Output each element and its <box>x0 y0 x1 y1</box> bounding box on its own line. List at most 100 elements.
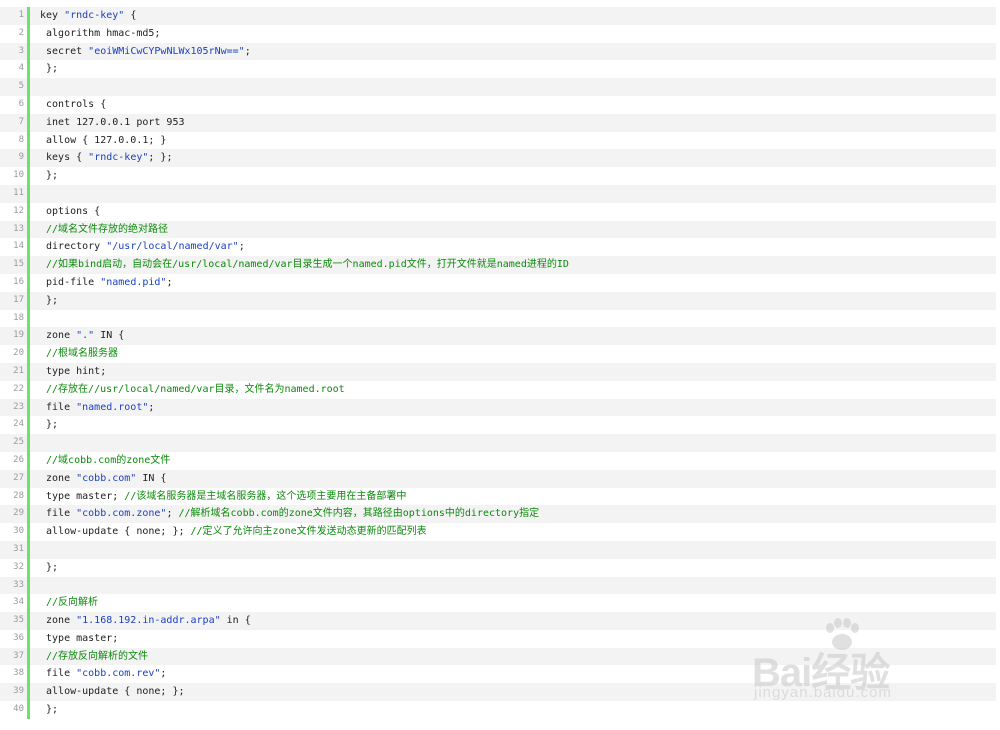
line-content: //反向解析 <box>30 594 98 612</box>
line-content: }; <box>30 60 58 78</box>
line-number: 9 <box>0 149 30 168</box>
line-number: 29 <box>0 505 30 524</box>
code-text: }; <box>40 704 59 716</box>
line-content: controls { <box>30 96 106 114</box>
code-line: 13 //域名文件存放的绝对路径 <box>0 220 996 239</box>
code-line: 14 directory "/usr/local/named/var"; <box>0 238 996 257</box>
line-content: pid-file "named.pid"; <box>30 274 172 292</box>
code-line: 38 file "cobb.com.rev"; <box>0 665 996 684</box>
code-text: inet 127.0.0.1 port 953 <box>40 116 185 128</box>
line-content: allow-update { none; }; <box>30 683 185 701</box>
line-number: 32 <box>0 558 30 577</box>
line-number: 38 <box>0 665 30 684</box>
code-text: key <box>40 10 65 21</box>
code-comment: //域cobb.com的zone文件 <box>40 454 171 466</box>
code-comment: //如果bind启动，自动会在/usr/local/named/var目录生成一… <box>40 259 569 271</box>
line-number: 1 <box>0 7 30 25</box>
code-line: 9 keys { "rndc-key"; }; <box>0 149 996 168</box>
line-number: 25 <box>0 434 30 452</box>
code-text: IN { <box>94 330 125 342</box>
code-line: 29 file "cobb.com.zone"; //解析域名cobb.com的… <box>0 505 996 524</box>
code-string: "rndc-key" <box>88 152 149 164</box>
line-number: 21 <box>0 362 30 381</box>
line-number: 27 <box>0 469 30 488</box>
line-content: //根域名服务器 <box>30 345 118 363</box>
line-content: directory "/usr/local/named/var"; <box>30 238 245 256</box>
code-text: file <box>40 401 77 413</box>
code-line: 17 }; <box>0 291 996 310</box>
code-text: }; <box>40 294 59 306</box>
code-line: 7 inet 127.0.0.1 port 953 <box>0 113 996 132</box>
line-content: file "cobb.com.rev"; <box>30 665 166 683</box>
code-text: allow-update { none; }; <box>40 686 185 698</box>
line-content: allow { 127.0.0.1; } <box>30 132 166 150</box>
line-content: secret "eoiWMiCwCYPwNLWx105rNw=="; <box>30 43 251 61</box>
code-text: type hint; <box>40 365 107 377</box>
code-string: "1.168.192.in-addr.arpa" <box>76 615 221 627</box>
code-text: allow-update { none; }; <box>40 526 191 538</box>
line-number: 18 <box>0 309 30 328</box>
line-content: }; <box>30 292 58 310</box>
line-number: 26 <box>0 451 30 470</box>
code-comment: //反向解析 <box>40 597 99 609</box>
code-comment: //定义了允许向主zone文件发送动态更新的匹配列表 <box>190 526 427 538</box>
code-text: ; <box>160 668 167 680</box>
code-line: 22 //存放在//usr/local/named/var目录，文件名为name… <box>0 380 996 399</box>
code-text: keys { <box>40 152 89 164</box>
code-text: options { <box>40 205 101 217</box>
code-line: 28 type master; //该域名服务器是主域名服务器，这个选项主要用在… <box>0 487 996 506</box>
code-string: "cobb.com.zone" <box>76 508 167 520</box>
code-string: "/usr/local/named/var" <box>106 241 239 253</box>
code-string: "named.pid" <box>100 276 167 288</box>
code-line: 20 //根域名服务器 <box>0 345 996 363</box>
code-line: 2 algorithm hmac-md5; <box>0 24 996 43</box>
line-number: 24 <box>0 416 30 435</box>
line-content: //域cobb.com的zone文件 <box>30 452 170 470</box>
line-number: 22 <box>0 380 30 399</box>
line-number: 31 <box>0 540 30 559</box>
code-text: }; <box>40 419 59 431</box>
line-content: inet 127.0.0.1 port 953 <box>30 114 185 132</box>
line-number: 34 <box>0 594 30 613</box>
code-text: ; }; <box>148 152 173 164</box>
line-content: zone "1.168.192.in-addr.arpa" in { <box>30 612 251 630</box>
code-line: 26 //域cobb.com的zone文件 <box>0 451 996 470</box>
code-comment: //域名文件存放的绝对路径 <box>40 223 169 235</box>
code-text: file <box>40 668 77 680</box>
line-content: type hint; <box>30 363 106 381</box>
line-number: 2 <box>0 24 30 43</box>
line-content: }; <box>30 559 58 577</box>
line-number: 5 <box>0 78 30 96</box>
line-number: 15 <box>0 256 30 274</box>
line-number: 4 <box>0 60 30 79</box>
line-number: 7 <box>0 113 30 132</box>
code-line: 31 <box>0 540 996 559</box>
line-content: //域名文件存放的绝对路径 <box>30 221 168 239</box>
line-number: 28 <box>0 487 30 506</box>
code-text: zone <box>40 615 77 627</box>
line-number: 36 <box>0 629 30 648</box>
code-comment: //该域名服务器是主域名服务器，这个选项主要用在主备部署中 <box>124 490 407 502</box>
line-content: }; <box>30 701 58 719</box>
code-line: 30 allow-update { none; }; //定义了允许向主zone… <box>0 523 996 541</box>
line-number: 13 <box>0 220 30 239</box>
code-string: "named.root" <box>76 401 149 413</box>
code-text: IN { <box>136 472 167 484</box>
line-content: zone "cobb.com" IN { <box>30 470 166 488</box>
code-line: 8 allow { 127.0.0.1; } <box>0 131 996 150</box>
line-content: allow-update { none; }; //定义了允许向主zone文件发… <box>30 523 427 541</box>
line-number: 8 <box>0 131 30 150</box>
line-number: 40 <box>0 701 30 719</box>
code-string: "eoiWMiCwCYPwNLWx105rNw==" <box>88 45 245 57</box>
code-line: 35 zone "1.168.192.in-addr.arpa" in { <box>0 612 996 630</box>
code-string: "." <box>76 330 95 342</box>
line-number: 19 <box>0 327 30 346</box>
code-text: type master; <box>40 632 119 644</box>
code-line: 34 //反向解析 <box>0 594 996 613</box>
code-line: 37 //存放反向解析的文件 <box>0 647 996 666</box>
code-text: ; <box>166 276 173 288</box>
line-number: 30 <box>0 523 30 541</box>
code-comment: //解析域名cobb.com的zone文件内容，其路径由options中的dir… <box>178 508 540 520</box>
code-line: 24 }; <box>0 416 996 435</box>
code-line: 4 }; <box>0 60 996 79</box>
